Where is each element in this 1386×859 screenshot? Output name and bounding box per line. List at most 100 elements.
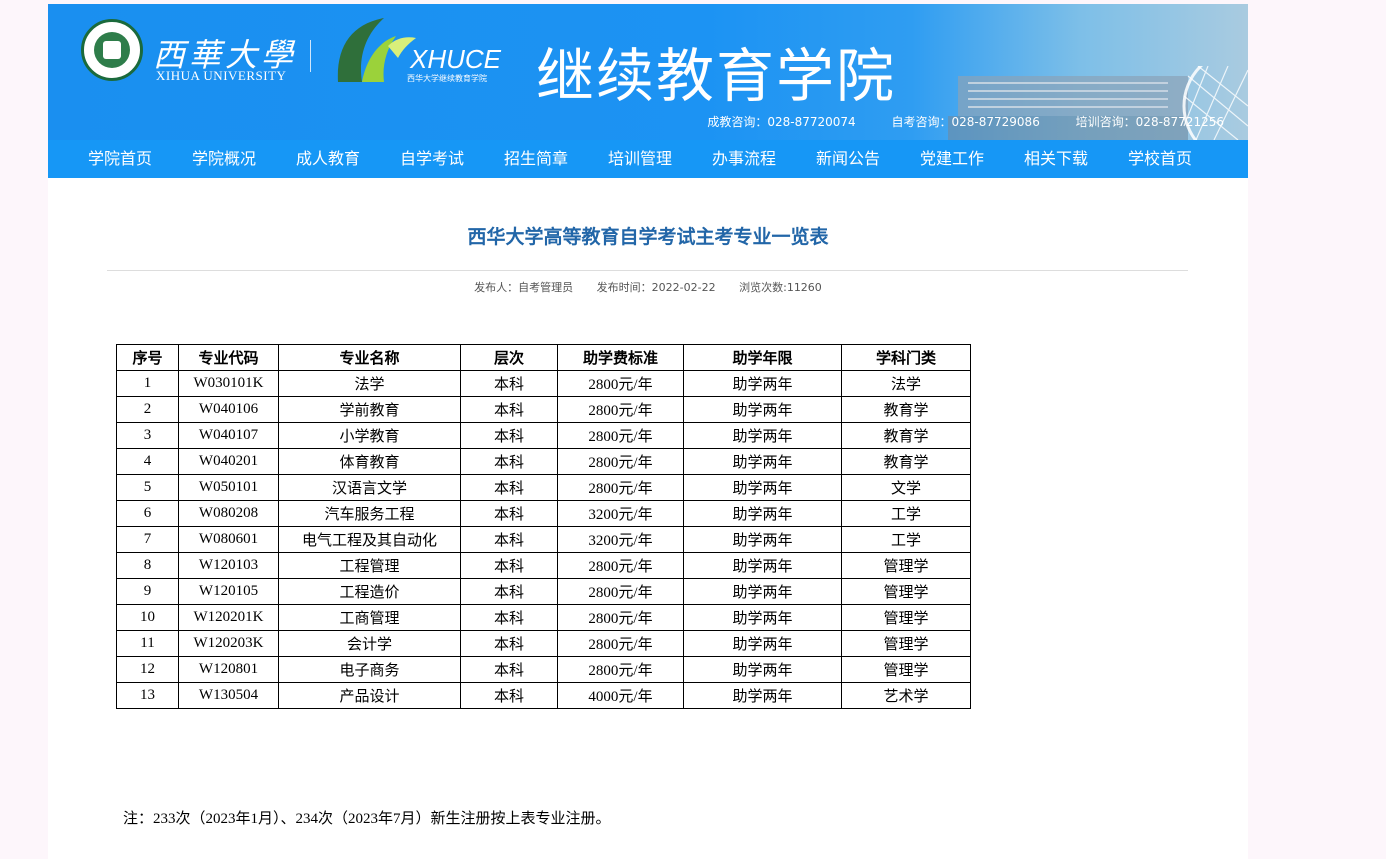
college-name: 继续教育学院 [536,42,897,110]
table-cell: 助学两年 [683,422,842,449]
table-cell: 7 [116,526,179,553]
table-cell: 2800元/年 [557,370,684,397]
table-cell: W080208 [178,500,279,527]
nav-item-self-study-exam[interactable]: 自学考试 [400,140,464,178]
page: 西華大學 XIHUA UNIVERSITY XHUCE 西华大学继续教育学院 继… [48,4,1248,859]
column-header: 助学年限 [683,344,842,371]
brand-name: XHUCE [410,44,502,74]
table-cell: 工学 [841,500,971,527]
table-cell: 9 [116,578,179,605]
table-cell: 本科 [460,526,558,553]
table-row: 7 W080601 电气工程及其自动化 本科 3200元/年 助学两年 工学 [116,526,971,553]
table-cell: 2800元/年 [557,396,684,423]
table-cell: 工程管理 [278,552,461,579]
table-cell: 本科 [460,682,558,709]
main-nav: 学院首页 学院概况 成人教育 自学考试 招生简章 培训管理 办事流程 新闻公告 … [48,140,1248,178]
table-cell: W130504 [178,682,279,709]
table-cell: 3200元/年 [557,526,684,553]
table-cell: W120201K [178,604,279,631]
table-cell: 汉语言文学 [278,474,461,501]
table-cell: 本科 [460,396,558,423]
table-cell: 本科 [460,604,558,631]
title-divider [107,270,1188,271]
table-cell: 文学 [841,474,971,501]
table-cell: 助学两年 [683,578,842,605]
table-cell: 2800元/年 [557,578,684,605]
table-cell: 管理学 [841,630,971,657]
nav-item-procedures[interactable]: 办事流程 [712,140,776,178]
table-row: 3 W040107 小学教育 本科 2800元/年 助学两年 教育学 [116,422,971,449]
table-cell: 助学两年 [683,656,842,683]
table-cell: 助学两年 [683,552,842,579]
table-cell: W040106 [178,396,279,423]
table-cell: W120105 [178,578,279,605]
table-cell: 2800元/年 [557,448,684,475]
logo-divider [310,40,311,72]
nav-item-party-work[interactable]: 党建工作 [920,140,984,178]
table-cell: 助学两年 [683,526,842,553]
table-cell: 教育学 [841,422,971,449]
table-cell: 3 [116,422,179,449]
table-cell: 本科 [460,630,558,657]
article-views: 浏览次数:11260 [739,281,822,294]
article-title: 西华大学高等教育自学考试主考专业一览表 [467,226,829,248]
table-cell: 本科 [460,370,558,397]
table-row: 1 W030101K 法学 本科 2800元/年 助学两年 法学 [116,370,971,397]
table-cell: 12 [116,656,179,683]
table-cell: 2800元/年 [557,422,684,449]
nav-item-college-home[interactable]: 学院首页 [88,140,152,178]
table-cell: 4000元/年 [557,682,684,709]
majors-table: 序号 专业代码 专业名称 层次 助学费标准 助学年限 学科门类 1 W030101… [116,344,971,709]
column-header: 序号 [116,344,179,371]
table-cell: 工学 [841,526,971,553]
table-cell: 本科 [460,448,558,475]
column-header: 层次 [460,344,558,371]
table-cell: 2800元/年 [557,630,684,657]
nav-item-adult-education[interactable]: 成人教育 [296,140,360,178]
table-cell: 8 [116,552,179,579]
table-cell: 2800元/年 [557,604,684,631]
column-header: 学科门类 [841,344,971,371]
table-cell: 助学两年 [683,396,842,423]
table-cell: 工程造价 [278,578,461,605]
table-cell: 产品设计 [278,682,461,709]
table-row: 5 W050101 汉语言文学 本科 2800元/年 助学两年 文学 [116,474,971,501]
article-publish-time: 发布时间：2022-02-22 [596,281,716,294]
table-cell: 管理学 [841,604,971,631]
nav-item-university-home[interactable]: 学校首页 [1128,140,1192,178]
table-cell: W040201 [178,448,279,475]
contact-self-study-exam: 自考咨询：028-87729086 [891,115,1040,129]
table-row: 12 W120801 电子商务 本科 2800元/年 助学两年 管理学 [116,656,971,683]
nav-item-news[interactable]: 新闻公告 [816,140,880,178]
table-cell: 本科 [460,500,558,527]
table-cell: W050101 [178,474,279,501]
university-seal-logo[interactable] [81,19,143,81]
nav-item-admissions[interactable]: 招生简章 [504,140,568,178]
nav-item-downloads[interactable]: 相关下载 [1024,140,1088,178]
table-cell: 本科 [460,474,558,501]
table-cell: 本科 [460,552,558,579]
table-cell: 学前教育 [278,396,461,423]
contact-adult-education: 成教咨询：028-87720074 [707,115,856,129]
table-cell: 11 [116,630,179,657]
table-cell: 2800元/年 [557,656,684,683]
table-cell: W120103 [178,552,279,579]
table-cell: W040107 [178,422,279,449]
table-row: 10 W120201K 工商管理 本科 2800元/年 助学两年 管理学 [116,604,971,631]
table-cell: 电子商务 [278,656,461,683]
table-cell: 管理学 [841,552,971,579]
table-cell: W030101K [178,370,279,397]
table-cell: 1 [116,370,179,397]
nav-item-college-overview[interactable]: 学院概况 [192,140,256,178]
table-cell: 3200元/年 [557,500,684,527]
table-row: 11 W120203K 会计学 本科 2800元/年 助学两年 管理学 [116,630,971,657]
table-cell: 管理学 [841,656,971,683]
table-cell: 助学两年 [683,682,842,709]
table-cell: 法学 [278,370,461,397]
nav-item-training[interactable]: 培训管理 [608,140,672,178]
table-cell: 电气工程及其自动化 [278,526,461,553]
table-row: 4 W040201 体育教育 本科 2800元/年 助学两年 教育学 [116,448,971,475]
table-cell: 助学两年 [683,370,842,397]
table-cell: 本科 [460,656,558,683]
table-cell: 艺术学 [841,682,971,709]
